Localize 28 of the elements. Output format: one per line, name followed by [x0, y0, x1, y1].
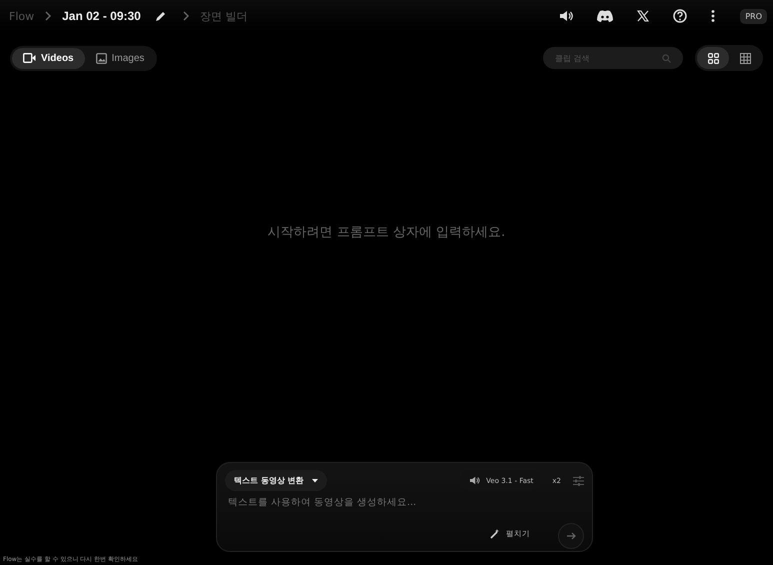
- pencil-icon[interactable]: [154, 10, 166, 22]
- caret-icon: [312, 478, 318, 482]
- chevron-right-icon: [182, 11, 190, 21]
- settings-sliders-icon[interactable]: [573, 476, 584, 486]
- discord-icon[interactable]: [597, 10, 614, 22]
- search-icon: [662, 54, 671, 63]
- search-field[interactable]: 클립 검색: [543, 47, 683, 69]
- help-icon[interactable]: [673, 9, 688, 23]
- video-camera-icon: [23, 53, 36, 63]
- empty-state-message: 시작하려면 프롬프트 상자에 입력하세요.: [268, 224, 506, 240]
- mode-dropdown[interactable]: 텍스트 동영상 변환: [225, 470, 327, 491]
- magic-wand-icon: [490, 528, 500, 538]
- project-title: Jan 02 - 09:30: [62, 9, 141, 23]
- image-icon: [96, 52, 107, 64]
- x-logo-icon[interactable]: [637, 10, 650, 22]
- pro-badge: PRO: [740, 8, 767, 24]
- media-tab[interactable]: Videos: [12, 48, 85, 68]
- prompt-input[interactable]: 텍스트를 사용하여 동영상을 생성하세요...: [225, 491, 584, 514]
- speaker-icon: [469, 476, 480, 485]
- arrow-right-icon: [566, 532, 576, 540]
- grid-icon: [708, 52, 718, 64]
- dense-grid-icon: [740, 52, 750, 64]
- media-tab[interactable]: Images: [84, 48, 156, 68]
- more-icon[interactable]: [711, 10, 716, 22]
- speaker-icon[interactable]: [559, 10, 574, 22]
- grid-view-button[interactable]: [697, 47, 729, 69]
- chevron-right-icon: [44, 11, 52, 21]
- send-button[interactable]: [558, 523, 584, 549]
